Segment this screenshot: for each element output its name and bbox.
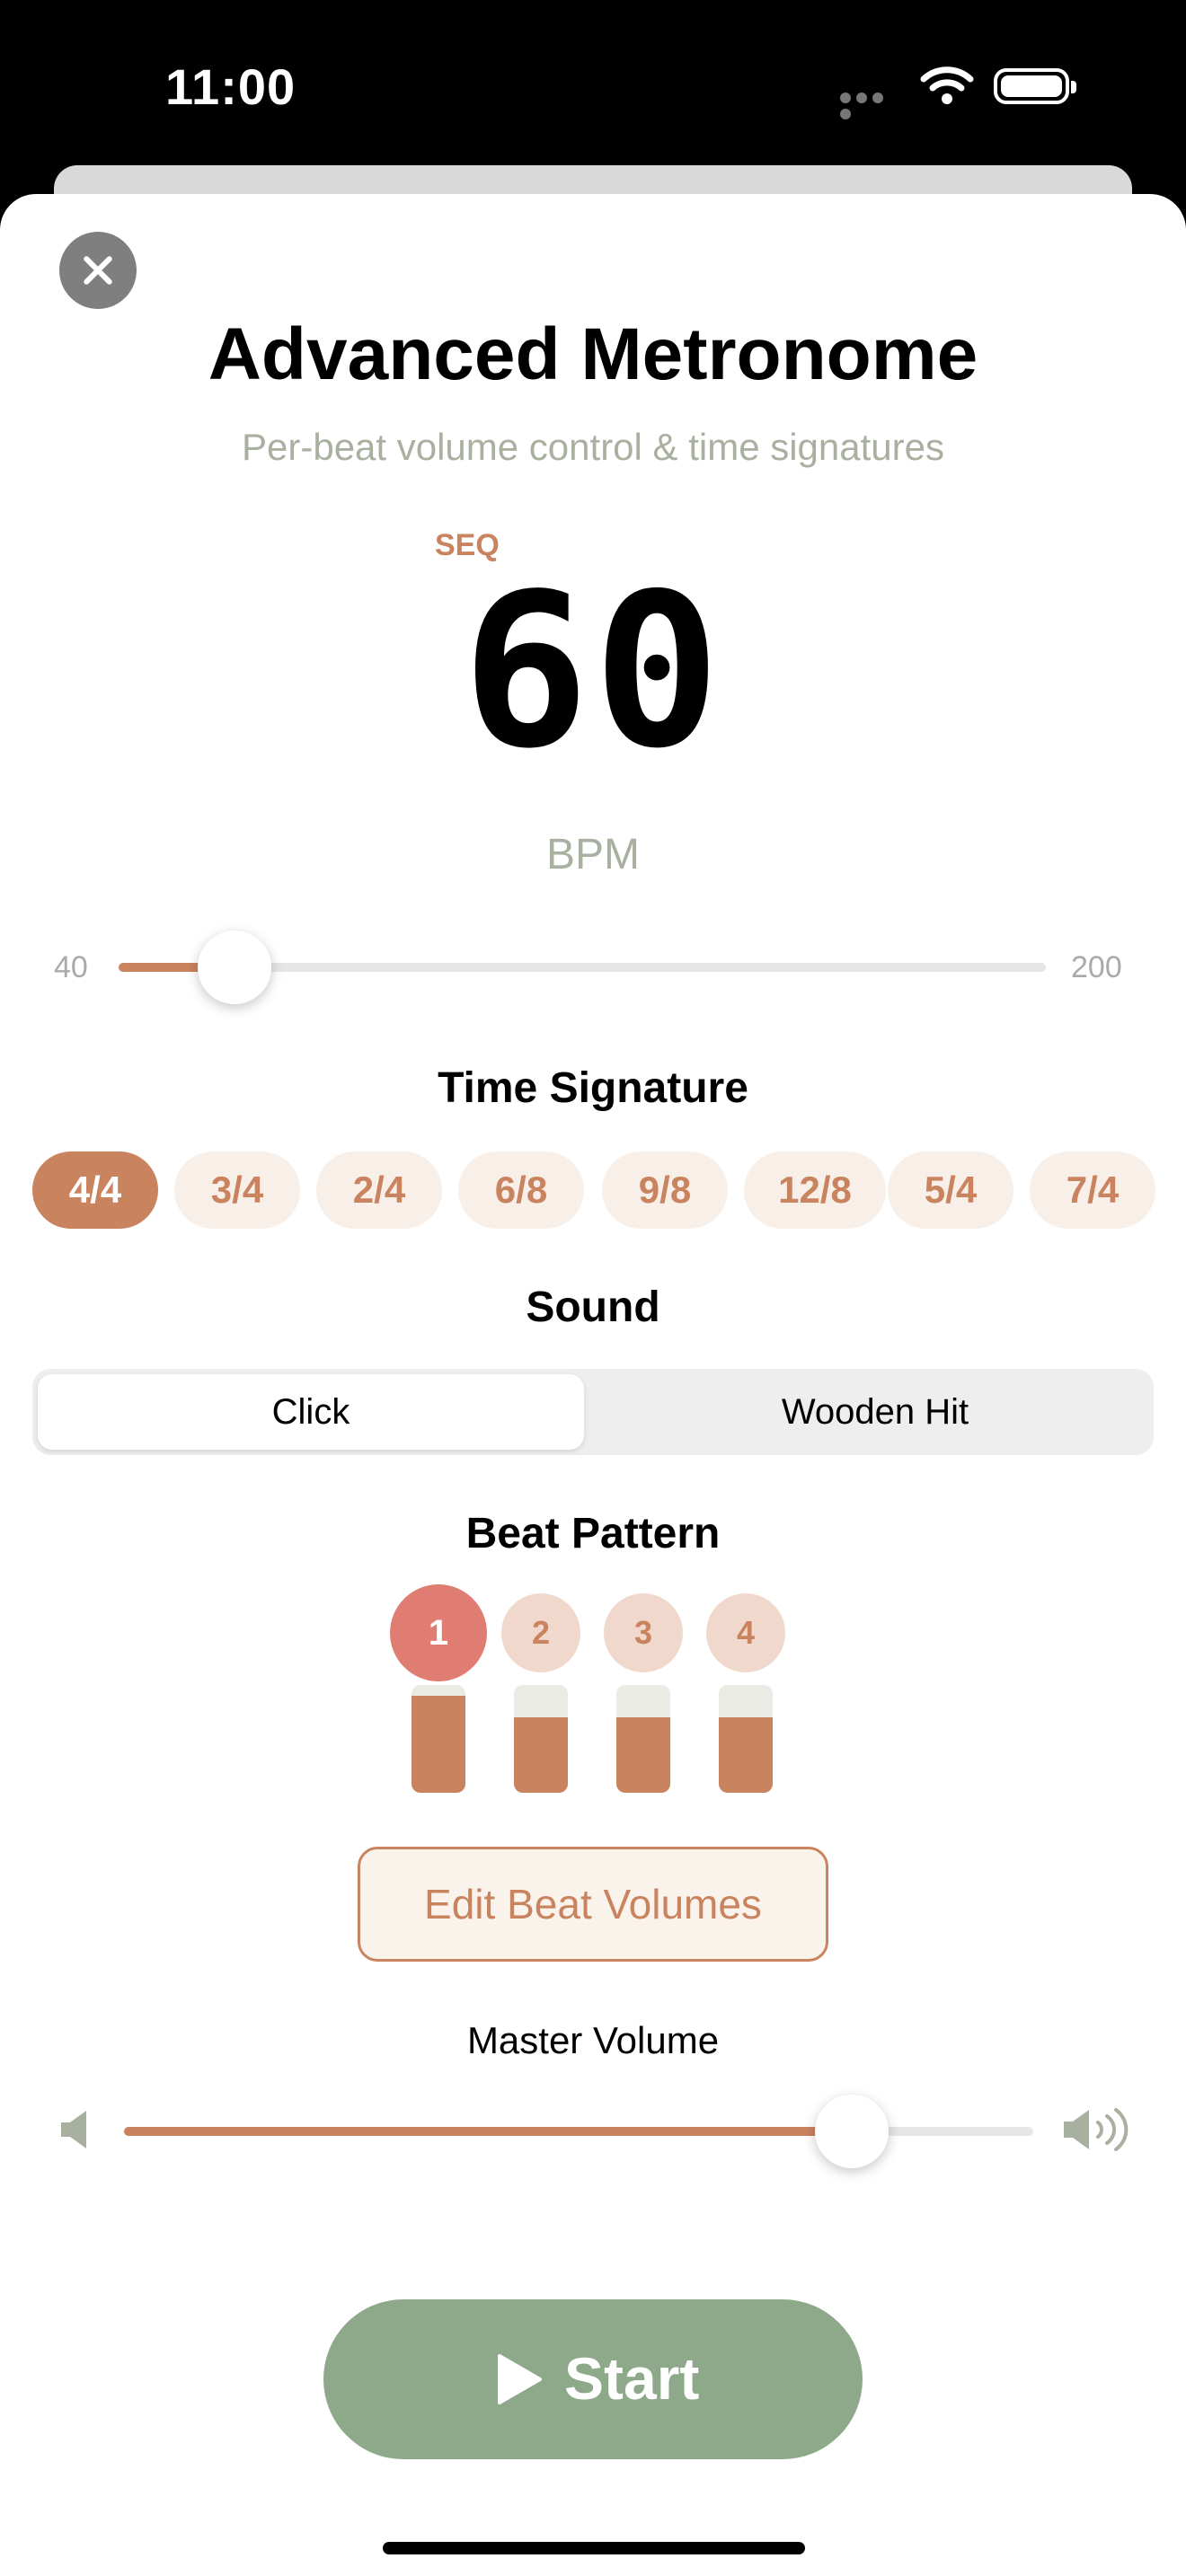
speaker-low-icon: [61, 2111, 86, 2148]
beat-volume-level: [412, 1696, 465, 1793]
page-subtitle: Per-beat volume control & time signature…: [241, 426, 945, 468]
master-volume-slider-fill: [124, 2127, 852, 2136]
master-volume-label: Master Volume: [466, 2019, 720, 2061]
bpm-slider-thumb[interactable]: [198, 931, 271, 1004]
status-time: 11:00: [165, 58, 296, 115]
beat-volume-level: [616, 1717, 670, 1793]
close-button[interactable]: [59, 232, 137, 309]
signal-dots-icon: [840, 92, 903, 119]
beat-volume-bar[interactable]: [719, 1685, 773, 1793]
wifi-icon: [920, 66, 974, 104]
beat-indicator[interactable]: 2: [501, 1593, 580, 1672]
time-signature-chip[interactable]: 5/4: [888, 1151, 1013, 1229]
bpm-value: 60: [461, 548, 725, 795]
beat-volume-bar[interactable]: [616, 1685, 670, 1793]
sound-option-wooden-hit[interactable]: Wooden Hit: [602, 1374, 1148, 1450]
sound-segmented-control: Click Wooden Hit: [32, 1369, 1154, 1455]
beat-volume-bar[interactable]: [514, 1685, 568, 1793]
time-signature-chip[interactable]: 9/8: [602, 1151, 728, 1229]
time-signature-chip[interactable]: 6/8: [458, 1151, 584, 1229]
battery-icon: [994, 68, 1076, 104]
time-signature-chip[interactable]: 3/4: [174, 1151, 300, 1229]
time-signature-title: Time Signature: [438, 1064, 748, 1112]
start-button-label: Start: [564, 2345, 700, 2412]
start-button[interactable]: Start: [323, 2299, 863, 2459]
master-volume-slider-track[interactable]: [124, 2127, 1033, 2136]
beat-volume-level: [719, 1717, 773, 1793]
time-signature-chip[interactable]: 2/4: [316, 1151, 442, 1229]
page-title: Advanced Metronome: [208, 313, 978, 395]
beat-volume-level: [514, 1717, 568, 1793]
bpm-max-label: 200: [1071, 950, 1122, 984]
sound-title: Sound: [526, 1284, 660, 1331]
bpm-min-label: 40: [54, 950, 88, 984]
speaker-high-icon: [1064, 2108, 1128, 2151]
time-signature-chip[interactable]: 4/4: [32, 1151, 158, 1229]
beat-indicator[interactable]: 3: [604, 1593, 683, 1672]
beat-indicator[interactable]: 4: [706, 1593, 785, 1672]
beat-indicator[interactable]: 1: [390, 1584, 487, 1681]
home-indicator: [383, 2542, 805, 2554]
bpm-unit-label: BPM: [545, 831, 640, 878]
play-icon: [498, 2354, 542, 2404]
time-signature-chip[interactable]: 12/8: [744, 1151, 886, 1229]
master-volume-slider-thumb[interactable]: [814, 2095, 889, 2168]
beat-pattern-title: Beat Pattern: [465, 1510, 721, 1557]
edit-beat-volumes-button[interactable]: Edit Beat Volumes: [358, 1847, 828, 1962]
status-bar: 11:00: [0, 0, 1186, 171]
sound-option-click[interactable]: Click: [38, 1374, 584, 1450]
time-signature-chip[interactable]: 7/4: [1030, 1151, 1155, 1229]
beat-volume-bar[interactable]: [412, 1685, 465, 1793]
